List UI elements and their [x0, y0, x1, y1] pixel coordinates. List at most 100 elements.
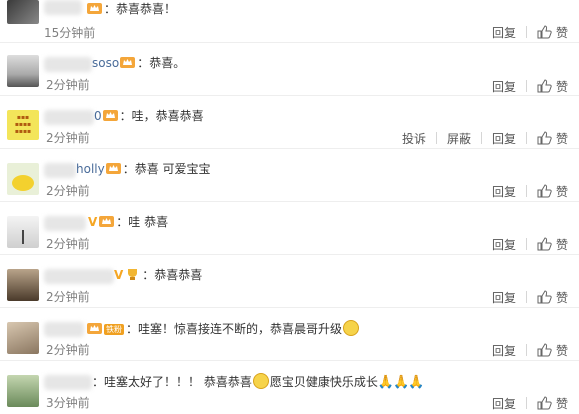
comment-time: 2分钟前: [46, 237, 90, 251]
report-button[interactable]: 投诉: [402, 130, 426, 147]
avatar[interactable]: ▪▪▪ ▪▪▪▪ ▪▪▪▪: [7, 110, 39, 140]
username-blurred: [44, 322, 84, 337]
comment-item: ：哇塞太好了！！！ 恭喜恭喜 愿宝贝健康快乐成长🙏🙏🙏 3分钟前 回复 赞: [0, 361, 579, 414]
comment-actions: 回复 赞: [492, 236, 568, 252]
comment-time: 2分钟前: [46, 131, 90, 145]
vip-crown-icon: [120, 57, 136, 68]
thumbs-up-icon[interactable]: [537, 237, 552, 251]
comment-text: ：恭喜恭喜！: [104, 2, 177, 16]
vip-trophy-icon: [128, 269, 138, 280]
avatar[interactable]: [7, 163, 39, 195]
comment-actions: 回复 赞: [492, 342, 568, 358]
comment-time: 15分钟前: [44, 26, 96, 40]
username[interactable]: soso: [92, 56, 119, 70]
comment-actions: 回复 赞: [492, 183, 568, 199]
vip-crown-icon: [102, 110, 118, 121]
reply-button[interactable]: 回复: [492, 289, 516, 306]
vip-crown-icon: [99, 216, 115, 227]
comment-text: ：恭喜。: [137, 56, 186, 70]
username-blurred: [44, 0, 82, 15]
verified-v-icon: V: [88, 215, 98, 229]
comment-item: soso ：恭喜。 2分钟前 回复 赞: [0, 43, 579, 96]
comment-body: ：哇塞太好了！！！ 恭喜恭喜 愿宝贝健康快乐成长🙏🙏🙏: [92, 373, 424, 391]
vip-crown-icon: [87, 3, 102, 14]
comment-item: ▪▪▪ ▪▪▪▪ ▪▪▪▪ 0 ：哇，恭喜恭喜 2分钟前 投诉 屏蔽 回复 赞: [0, 96, 579, 149]
block-button[interactable]: 屏蔽: [447, 130, 471, 147]
like-button[interactable]: 赞: [556, 130, 568, 147]
like-button[interactable]: 赞: [556, 289, 568, 306]
comment-text: ：恭喜恭喜: [142, 268, 203, 282]
thumbs-up-icon[interactable]: [537, 25, 552, 39]
divider: [435, 132, 437, 144]
comment-body: holly ：恭喜 可爱宝宝: [76, 161, 211, 177]
thumbs-up-icon[interactable]: [537, 343, 552, 357]
comment-actions: 回复 赞: [492, 395, 568, 411]
comment-time: 2分钟前: [46, 78, 90, 92]
comment-item: 铁粉 ：哇塞！惊喜接连不断的，恭喜晨哥升级 2分钟前 回复 赞: [0, 308, 579, 361]
username-blurred: [44, 216, 86, 231]
like-button[interactable]: 赞: [556, 236, 568, 253]
reply-button[interactable]: 回复: [492, 183, 516, 200]
divider: [525, 80, 527, 92]
like-button[interactable]: 赞: [556, 78, 568, 95]
reply-button[interactable]: 回复: [492, 24, 516, 41]
comment-item: ：恭喜恭喜！ 15分钟前 回复 赞: [0, 0, 579, 43]
thumbs-up-icon[interactable]: [537, 131, 552, 145]
comment-item: V ：哇 恭喜 2分钟前 回复 赞: [0, 202, 579, 255]
username[interactable]: holly: [76, 162, 105, 176]
divider: [525, 238, 527, 250]
comment-item: holly ：恭喜 可爱宝宝 2分钟前 回复 赞: [0, 149, 579, 202]
avatar[interactable]: [7, 216, 39, 248]
username[interactable]: 0: [94, 109, 102, 123]
avatar[interactable]: [7, 0, 39, 24]
thumbs-up-icon[interactable]: [537, 396, 552, 410]
comment-actions: 回复 赞: [492, 24, 568, 40]
like-button[interactable]: 赞: [556, 24, 568, 41]
username-blurred: [44, 110, 94, 125]
comment-time: 2分钟前: [46, 343, 90, 357]
thumbs-up-icon[interactable]: [537, 184, 552, 198]
thumbs-up-icon[interactable]: [537, 290, 552, 304]
username-blurred: [44, 163, 76, 178]
vip-crown-icon: [87, 323, 102, 334]
divider: [525, 26, 527, 38]
verified-v-icon: V: [114, 268, 124, 282]
reply-button[interactable]: 回复: [492, 342, 516, 359]
comment-text: ：哇塞太好了！！！ 恭喜恭喜: [92, 375, 252, 389]
divider: [525, 185, 527, 197]
comment-item: V ：恭喜恭喜 2分钟前 回复 赞: [0, 255, 579, 308]
avatar[interactable]: [7, 375, 39, 407]
comment-actions: 回复 赞: [492, 78, 568, 94]
thumbs-up-icon[interactable]: [537, 79, 552, 93]
avatar[interactable]: [7, 322, 39, 354]
comment-body: V ：恭喜恭喜: [114, 267, 202, 283]
like-button[interactable]: 赞: [556, 183, 568, 200]
username-blurred: [44, 269, 114, 284]
comment-actions: 回复 赞: [492, 289, 568, 305]
like-button[interactable]: 赞: [556, 342, 568, 359]
like-button[interactable]: 赞: [556, 395, 568, 412]
reply-button[interactable]: 回复: [492, 236, 516, 253]
divider: [525, 397, 527, 409]
comment-actions: 投诉 屏蔽 回复 赞: [402, 130, 568, 146]
avatar[interactable]: [7, 269, 39, 301]
divider: [525, 344, 527, 356]
comment-text-continued: 愿宝贝健康快乐成长: [269, 375, 378, 389]
vip-crown-icon: [105, 163, 121, 174]
comment-time: 2分钟前: [46, 290, 90, 304]
comment-body: 铁粉 ：哇塞！惊喜接连不断的，恭喜晨哥升级: [86, 320, 360, 337]
comment-body: 0 ：哇，恭喜恭喜: [94, 108, 204, 124]
comment-body: ：恭喜恭喜！: [86, 1, 176, 17]
comment-text: ：恭喜 可爱宝宝: [122, 162, 211, 176]
reply-button[interactable]: 回复: [492, 78, 516, 95]
reply-button[interactable]: 回复: [492, 395, 516, 412]
avatar[interactable]: [7, 55, 39, 87]
comment-text: ：哇，恭喜恭喜: [119, 109, 204, 123]
fan-badge: 铁粉: [104, 324, 124, 335]
smile-emoji-icon: [343, 320, 360, 336]
divider: [525, 291, 527, 303]
divider: [525, 132, 527, 144]
comment-text: ：哇塞！惊喜接连不断的，恭喜晨哥升级: [126, 322, 343, 336]
reply-button[interactable]: 回复: [492, 130, 516, 147]
comment-body: V ：哇 恭喜: [88, 214, 168, 230]
